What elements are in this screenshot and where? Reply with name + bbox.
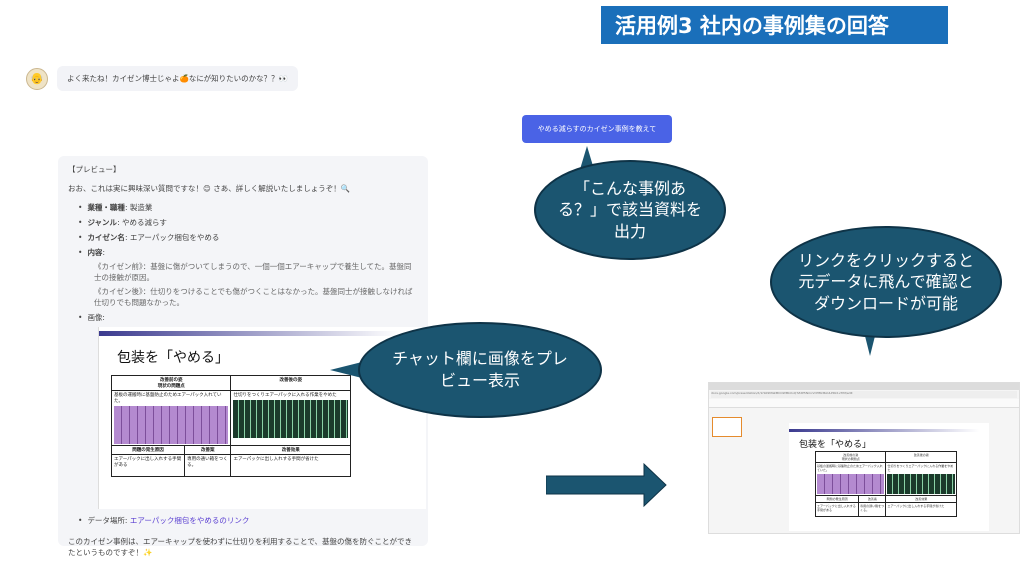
slide-table: 改善前の姿 現状の問題点 改善後の姿 基板の運搬時に基盤防止のためエアーパック入… <box>110 374 351 477</box>
item-key: ジャンル <box>87 218 118 227</box>
data-location-list: データ場所: エアーパック梱包をやめるのリンク <box>68 515 418 526</box>
slide-title: 包装を「やめる」 <box>799 440 872 450</box>
table-cell-after: 仕切りをつくりエアーパックに入れる作業をやめた <box>230 389 351 446</box>
answer-list: 業種・職種: 製造業 ジャンル: やめる減らす カイゼン名: エアーパック梱包を… <box>68 202 418 258</box>
flow-arrow-icon <box>546 462 667 508</box>
list-item: 業種・職種: 製造業 <box>78 202 418 213</box>
table-cell: エアーパックに出し入れする手間がある <box>110 453 186 477</box>
content-sublist: 《カイゼン前》：基盤に傷がついてしまうので、一個一個エアーキャップで養生してた。… <box>68 262 418 309</box>
table-header-before: 改善前の姿 現状の問題点 <box>110 374 232 391</box>
table-cell: エアーパックに出し入れする手間が省けた <box>885 502 957 517</box>
browser-url-bar[interactable]: docs.google.com/presentation/d/1rS09MIat… <box>711 391 1017 398</box>
slides-toolbar <box>709 399 1019 408</box>
table-cell: エアーパックに出し入れする手間が省けた <box>230 453 351 477</box>
after-photo <box>233 399 348 438</box>
slide-table: 改善前の姿 現状の問題点 改善後の姿 基板の運搬時に基盤防止のためエアーパック入… <box>814 451 957 517</box>
item-value: : エアーパック梱包をやめる <box>124 233 220 242</box>
sub-item-before: 《カイゼン前》：基盤に傷がついてしまうので、一個一個エアーキャップで養生してた。… <box>94 262 412 282</box>
item-key: 内容 <box>87 248 103 257</box>
table-cell-before: 基板の運搬時に基盤防止のためエアーパック入れていた。 <box>110 389 232 446</box>
slide-canvas: 包装を「やめる」 改善前の姿 現状の問題点 改善後の姿 基板の運搬時に基盤防止の… <box>789 423 989 531</box>
table-cell: 問題の発生原因 <box>814 495 860 503</box>
callout-bubble-search: 「こんな事例ある？」で該当資料を出力 <box>534 160 726 260</box>
page-title-banner: 活用例3 社内の事例集の回答 <box>601 6 948 44</box>
user-message-bubble: やめる減らすのカイゼン事例を教えて <box>522 115 672 143</box>
callout-bubble-preview: チャット欄に画像をプレビュー表示 <box>358 322 602 418</box>
bot-greeting-row: 👴 よく来たね！カイゼン博士じゃよ🍊なにが知りたいのかな？？👀 <box>26 66 299 91</box>
item-value: : 製造業 <box>124 203 153 212</box>
before-photo <box>114 405 229 444</box>
table-cell: 改善案 <box>858 495 887 503</box>
item-value: : <box>102 248 105 257</box>
table-cell: 問題の発生原因 <box>110 444 186 455</box>
image-list: 画像: <box>68 312 418 323</box>
cell-text: 基板の運搬時に基盤防止のためエアーパック入れていた。 <box>114 392 222 404</box>
item-key: カイゼン名 <box>87 233 125 242</box>
table-cell: エアーパックに出し入れする手間がある <box>814 502 860 517</box>
table-cell: 改善効果 <box>230 444 351 455</box>
table-cell: 改善案 <box>184 444 232 455</box>
item-key: 業種・職種 <box>87 203 125 212</box>
table-header-after: 改善後の姿 <box>885 451 957 463</box>
slide-header-bar <box>789 429 979 432</box>
data-location-link[interactable]: エアーパック梱包をやめるのリンク <box>130 516 249 525</box>
slide-title: 包装を「やめる」 <box>117 349 229 366</box>
slide-thumbnail[interactable] <box>712 417 742 437</box>
list-item: カイゼン名: エアーパック梱包をやめる <box>78 232 418 243</box>
cell-text: 基板の運搬時に基盤防止のためエアーパック入れていた。 <box>817 464 883 472</box>
table-cell: 専用の通い箱をつくる。 <box>184 453 232 477</box>
browser-tab-bar <box>709 383 1019 390</box>
browser-window: docs.google.com/presentation/d/1rS09MIat… <box>708 382 1020 534</box>
data-location-item: データ場所: エアーパック梱包をやめるのリンク <box>78 515 418 526</box>
data-location-label: データ場所: <box>87 515 128 525</box>
preview-label: 【プレビュー】 <box>68 165 121 174</box>
slide-header-bar <box>99 330 399 336</box>
cell-text: 仕切りをつくりエアーパックに入れる作業をやめた <box>887 464 954 472</box>
bot-avatar: 👴 <box>26 67 48 90</box>
list-item: 内容: <box>78 247 418 258</box>
before-photo <box>817 474 885 494</box>
table-header-before: 改善前の姿 現状の問題点 <box>814 451 887 463</box>
answer-conclusion: このカイゼン事例は、エアーキャップを使わずに仕切りを利用することで、基盤の傷を防… <box>68 536 413 557</box>
list-item: ジャンル: やめる減らす <box>78 217 418 228</box>
sub-item-after: 《カイゼン後》：仕切りをつけることでも傷がつくことはなかった。基盤同士が接触しな… <box>94 286 413 307</box>
cell-text: 仕切りをつくりエアーパックに入れる作業をやめた <box>233 392 337 398</box>
answer-intro: おお、これは実に興味深い質問ですな！😊 さあ、詳しく解説いたしましょうぞ！🔍 <box>68 184 351 193</box>
table-cell: 専用の通い箱をつくる。 <box>858 502 887 517</box>
item-value: : やめる減らす <box>117 218 167 227</box>
page-title: 活用例3 社内の事例集の回答 <box>615 14 889 38</box>
callout-bubble-link: リンクをクリックすると元データに飛んで確認とダウンロードが可能 <box>770 226 1002 338</box>
table-cell-before: 基板の運搬時に基盤防止のためエアーパック入れていた。 <box>814 462 887 496</box>
bot-greeting-message: よく来たね！カイゼン博士じゃよ🍊なにが知りたいのかな？？👀 <box>57 66 299 91</box>
image-label: 画像: <box>78 312 418 323</box>
after-photo <box>887 474 955 494</box>
table-cell-after: 仕切りをつくりエアーパックに入れる作業をやめた <box>885 462 957 496</box>
table-cell: 改善効果 <box>885 495 957 503</box>
